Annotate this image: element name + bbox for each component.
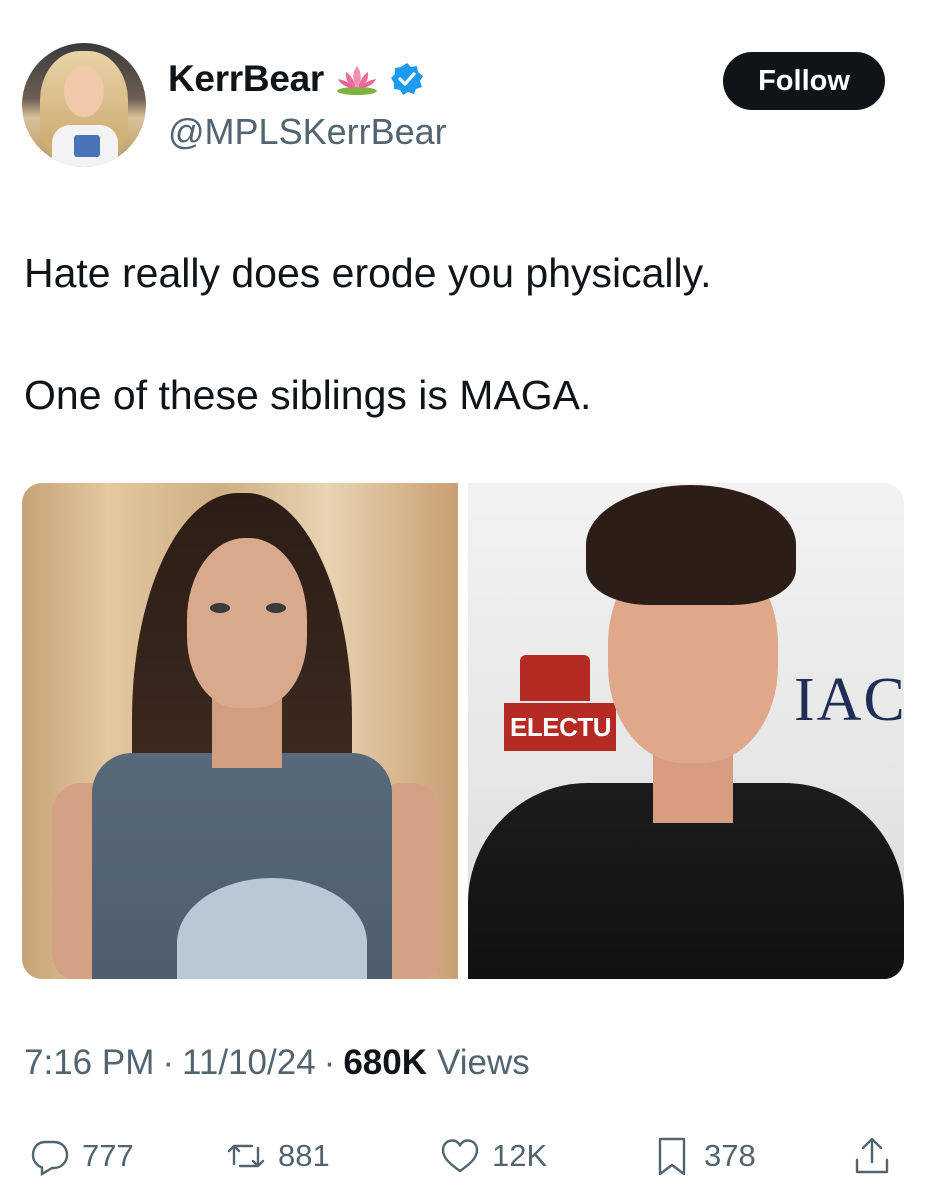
bookmark-button[interactable]: 378 [650, 1130, 756, 1182]
like-button[interactable]: 12K [438, 1130, 547, 1182]
tweet-media: ELECTU IAC [22, 483, 904, 979]
heart-icon [441, 1139, 479, 1173]
tweet-text-line-2: One of these siblings is MAGA. [24, 372, 592, 418]
tweet-action-bar: 777 881 12K 378 [24, 1130, 902, 1182]
right-photo-hair [586, 485, 796, 605]
right-photo-backdrop-sign-left: ELECTU [504, 703, 616, 751]
tweet-meta: 7:16 PM · 11/10/24 · 680K Views [24, 1043, 530, 1083]
right-photo-logo-mark [520, 655, 590, 701]
lotus-icon [334, 62, 380, 96]
repost-count: 881 [278, 1138, 330, 1173]
meta-separator: · [162, 1043, 175, 1082]
author-handle[interactable]: @MPLSKerrBear [168, 111, 447, 153]
share-button[interactable] [850, 1130, 894, 1182]
reply-button[interactable]: 777 [28, 1130, 134, 1182]
tweet-text-line-1: Hate really does erode you physically. [24, 250, 712, 296]
follow-button[interactable]: Follow [723, 52, 885, 110]
author-display-name[interactable]: KerrBear [168, 58, 324, 100]
author-avatar[interactable] [22, 43, 146, 167]
verified-badge-icon [390, 62, 424, 96]
meta-separator: · [323, 1043, 336, 1082]
views-count[interactable]: 680K [343, 1043, 427, 1083]
reply-count: 777 [82, 1138, 134, 1173]
author-name-row: KerrBear [168, 58, 424, 100]
share-icon [855, 1137, 889, 1174]
media-photo-right[interactable]: ELECTU IAC [468, 483, 904, 979]
left-photo-eye [266, 603, 286, 613]
tweet-time[interactable]: 7:16 PM [24, 1043, 154, 1083]
bookmark-icon [658, 1137, 686, 1176]
media-photo-left[interactable] [22, 483, 458, 979]
tweet-page: KerrBear @MPLSKerrBear Follow Hate reall… [0, 0, 926, 1200]
tweet-date[interactable]: 11/10/24 [182, 1043, 316, 1083]
avatar-face [64, 65, 104, 117]
left-photo-face [187, 538, 307, 708]
repost-button[interactable]: 881 [224, 1130, 330, 1182]
avatar-shirt-print [74, 135, 100, 157]
views-label: Views [437, 1043, 530, 1082]
right-photo-backdrop-sign-right: IAC [794, 666, 904, 734]
bookmark-count: 378 [704, 1138, 756, 1173]
reply-icon [31, 1140, 69, 1177]
repost-icon [227, 1144, 265, 1168]
left-photo-eye [210, 603, 230, 613]
tweet-text: Hate really does erode you physically. O… [24, 244, 904, 424]
like-count: 12K [492, 1138, 548, 1173]
